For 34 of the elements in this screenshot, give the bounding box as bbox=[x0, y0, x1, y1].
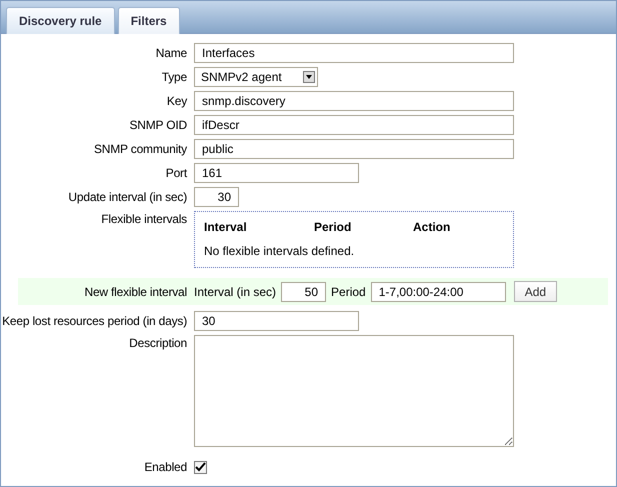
description-field[interactable] bbox=[194, 335, 514, 447]
add-button[interactable]: Add bbox=[514, 281, 558, 302]
dropdown-arrow-icon bbox=[306, 75, 312, 79]
text-field[interactable]: public bbox=[194, 139, 514, 159]
type-dropdown[interactable]: SNMPv2 agent bbox=[194, 67, 318, 87]
empty-message: No flexible intervals defined. bbox=[204, 244, 356, 258]
tab[interactable]: Filters bbox=[118, 7, 180, 34]
field-label: New flexible interval bbox=[83, 284, 187, 300]
field-label: Port bbox=[164, 165, 187, 181]
interval-label: Interval (in sec) bbox=[194, 284, 276, 298]
period-field[interactable]: 1-7,00:00-24:00 bbox=[370, 282, 506, 302]
column-header: Period bbox=[314, 220, 352, 234]
column-header: Action bbox=[413, 220, 452, 234]
field-label: Name bbox=[154, 45, 187, 61]
field-label: Key bbox=[166, 93, 187, 109]
text-field[interactable]: 30 bbox=[194, 311, 359, 331]
field-label: Type bbox=[160, 69, 187, 85]
tab[interactable]: Discovery rule bbox=[6, 7, 115, 34]
text-field[interactable]: 30 bbox=[194, 187, 239, 207]
field-label: SNMP OID bbox=[128, 117, 187, 133]
field-label: Enabled bbox=[143, 459, 187, 475]
enabled-checkbox[interactable] bbox=[194, 460, 207, 474]
field-label: Description bbox=[128, 335, 187, 351]
field-label: Flexible intervals bbox=[100, 211, 187, 227]
field-label: Update interval (in sec) bbox=[67, 189, 187, 205]
field-label: Keep lost resources period (in days) bbox=[1, 313, 187, 329]
field-label: SNMP community bbox=[92, 141, 187, 157]
text-field[interactable]: Interfaces bbox=[194, 43, 514, 63]
text-field[interactable]: snmp.discovery bbox=[194, 91, 514, 111]
period-label: Period bbox=[331, 284, 366, 298]
interval-field[interactable]: 50 bbox=[281, 282, 326, 302]
text-field[interactable]: ifDescr bbox=[194, 115, 514, 135]
column-header: Interval bbox=[204, 220, 248, 234]
text-field[interactable]: 161 bbox=[194, 163, 359, 183]
